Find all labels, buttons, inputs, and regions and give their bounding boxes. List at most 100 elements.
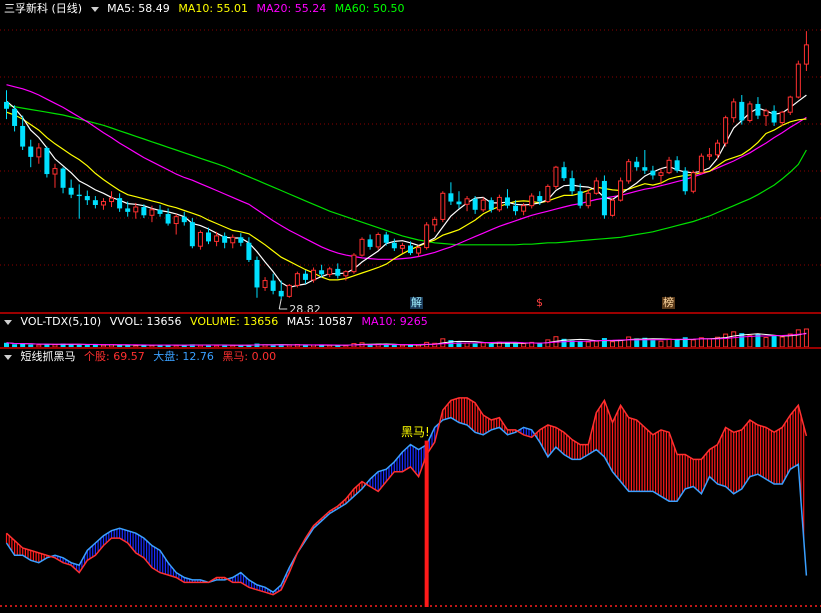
- dropdown-arrow-icon[interactable]: [4, 354, 12, 360]
- candle-body: [165, 213, 171, 224]
- dark-horse-signal-bar: [424, 440, 429, 607]
- candle-body: [545, 185, 551, 203]
- candle-body: [650, 170, 656, 176]
- volume-bar: [626, 336, 632, 348]
- candle-body: [537, 196, 543, 202]
- candle-body: [391, 242, 397, 249]
- price-chart: 28.82: [0, 29, 821, 312]
- candle-body: [84, 196, 90, 201]
- candle-body: [327, 268, 333, 275]
- volume-bar: [666, 338, 672, 348]
- candle-body: [133, 206, 139, 213]
- candle-body: [739, 101, 745, 121]
- candle-body: [601, 180, 607, 216]
- candle-body: [577, 191, 583, 206]
- candle-body: [246, 242, 252, 260]
- candle-body: [771, 110, 777, 123]
- marker-dollar[interactable]: $: [535, 297, 544, 309]
- candle-body: [456, 201, 462, 205]
- volume-bar: [706, 338, 712, 348]
- candle-body: [311, 269, 317, 281]
- candle-body: [52, 168, 58, 175]
- candle-body: [416, 247, 422, 254]
- candle-body: [472, 198, 478, 210]
- candle-body: [351, 254, 357, 273]
- candle-body: [585, 192, 591, 207]
- market-value-label: 大盘: 12.76: [153, 350, 214, 363]
- candle-body: [238, 237, 244, 243]
- candle-body: [44, 147, 50, 175]
- candle-body: [254, 259, 260, 288]
- candle-body: [375, 234, 381, 248]
- candle-body: [117, 198, 123, 209]
- candle-body: [642, 167, 648, 171]
- candle-body: [513, 205, 519, 212]
- candle-body: [343, 271, 349, 277]
- volume-bar: [650, 340, 656, 347]
- candle-body: [157, 209, 163, 214]
- ma10-line: [6, 111, 807, 281]
- candle-body: [262, 280, 268, 288]
- volume-bar: [771, 335, 777, 347]
- candle-body: [521, 205, 527, 212]
- candle-body: [197, 231, 203, 247]
- candle-body: [731, 101, 737, 119]
- candle-body: [230, 236, 236, 244]
- volume-panel: VOL-TDX(5,10) VVOL: 13656 VOLUME: 13656 …: [0, 314, 821, 348]
- candle-body: [270, 280, 276, 291]
- ma20-label: MA20: 55.24: [256, 2, 327, 15]
- candle-body: [189, 222, 195, 247]
- candle-body: [20, 125, 26, 147]
- candle-body: [100, 201, 106, 206]
- candle-body: [803, 44, 809, 65]
- volume-bar: [674, 339, 680, 347]
- candle-body: [424, 224, 430, 249]
- candle-body: [28, 146, 34, 157]
- candle-body: [763, 110, 769, 117]
- candle-body: [141, 207, 147, 216]
- candle-body: [286, 284, 292, 297]
- indicator-title: 短线抓黑马: [20, 350, 76, 363]
- candle-body: [278, 290, 284, 297]
- candle-body: [149, 209, 155, 216]
- candle-body: [658, 172, 664, 176]
- volume-bar: [731, 331, 737, 348]
- candle-body: [36, 147, 42, 158]
- candle-body: [125, 208, 131, 212]
- marker-jie[interactable]: 解: [410, 297, 423, 309]
- volume-bar: [545, 339, 551, 348]
- volume-bar: [690, 339, 696, 348]
- marker-bang[interactable]: 榜: [662, 297, 675, 309]
- candle-body: [173, 216, 179, 225]
- indicator-panel: 短线抓黑马 个股: 69.57 大盘: 12.76 黑马: 0.00 黑马!: [0, 349, 821, 613]
- vvol-label: VVOL: 13656: [109, 315, 182, 328]
- stock-title: 三孚新科 (日线): [4, 2, 83, 15]
- candle-body: [504, 197, 510, 206]
- candle-body: [206, 232, 211, 242]
- candle-body: [666, 159, 672, 174]
- candle-body: [715, 142, 721, 156]
- candle-body: [68, 187, 74, 195]
- candle-body: [12, 108, 18, 126]
- volume-title: VOL-TDX(5,10): [20, 315, 102, 328]
- candle-body: [529, 195, 535, 207]
- candle-body: [109, 197, 115, 203]
- dropdown-arrow-icon[interactable]: [4, 319, 12, 325]
- candle-body: [496, 196, 502, 211]
- candle-body: [674, 160, 680, 171]
- candle-body: [682, 170, 688, 192]
- candle-body: [4, 101, 9, 109]
- stock-value-label: 个股: 69.57: [84, 350, 145, 363]
- price-panel: 28.82 三孚新科 (日线) MA5: 58.49 MA10: 55.01 M…: [0, 0, 821, 312]
- ma60-label: MA60: 50.50: [334, 2, 405, 15]
- candle-body: [723, 117, 729, 144]
- market-line: [5, 416, 808, 594]
- candle-body: [440, 192, 446, 220]
- candle-body: [634, 161, 640, 168]
- candle-body: [747, 103, 753, 121]
- dropdown-arrow-icon[interactable]: [90, 6, 99, 12]
- volume-bar: [723, 333, 729, 348]
- candle-body: [480, 199, 486, 211]
- candle-body: [214, 235, 220, 242]
- volume-bar: [618, 339, 624, 348]
